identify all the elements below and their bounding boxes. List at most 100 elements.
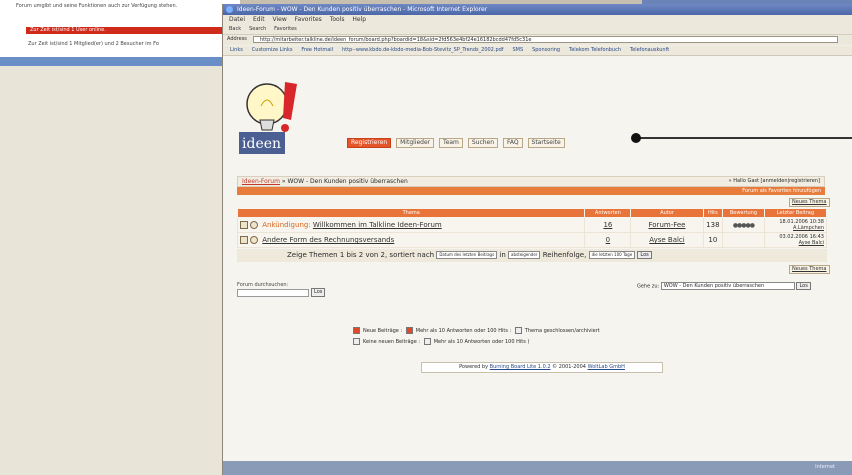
author-link[interactable]: Forum-Fee [649,221,686,229]
nav-home[interactable]: Startseite [527,138,565,148]
sort-text-order: Reihenfolge, [542,251,587,259]
thread-icon [250,221,258,229]
link-item[interactable]: SMS [512,46,523,55]
goto-row: Gehe zu: WOW - Den Kunden positiv überra… [637,282,811,290]
legend-closed: Thema geschlossen/archiviert [524,328,600,334]
new-thread-button[interactable]: Neues Thema [789,198,830,207]
window-titlebar[interactable]: Ideen-Forum - WOW - Den Kunden positiv ü… [223,4,852,15]
status-bar: Internet [223,461,852,475]
window-title: Ideen-Forum - WOW - Den Kunden positiv ü… [237,6,488,13]
thread-table: Thema Antworten Autor Hits Bewertung Let… [236,208,828,248]
menu-bar: Datei Edit View Favorites Tools Help [223,15,852,24]
col-author[interactable]: Autor [630,208,704,218]
nav-members[interactable]: Mitglieder [396,138,435,148]
col-rating[interactable]: Bewertung [722,208,765,218]
legend-hot-no-new: Mehr als 10 Antworten oder 100 Hits [433,339,526,345]
goto-label: Gehe zu: [637,283,660,290]
address-input[interactable]: http://mitarbeiter.talkline.de/ideen_for… [253,36,838,43]
menu-tools[interactable]: Tools [330,15,345,24]
last-post-author[interactable]: Ayse Balci [799,240,824,246]
nav-register[interactable]: Registrieren [347,138,392,148]
login-greeting[interactable]: » Hallo Gast [anmelden|registrieren] [729,177,820,186]
date-range-select[interactable]: die letzten 100 Tage [588,251,636,259]
table-header-row: Thema Antworten Autor Hits Bewertung Let… [236,208,828,218]
address-bar: Address http://mitarbeiter.talkline.de/i… [223,35,852,45]
replies-link[interactable]: 16 [603,221,612,229]
no-new-posts-icon [353,338,360,345]
browser-window: Ideen-Forum - WOW - Den Kunden positiv ü… [222,4,852,475]
goto-select[interactable]: WOW - Den Kunden positiv überraschen [660,282,795,290]
col-last-post[interactable]: Letzter Beitrag [763,208,828,218]
footer-prefix: Powered by [459,364,489,370]
powered-by-footer: Powered by Burning Board Lite 1.0.2 © 20… [421,362,663,373]
link-item[interactable]: Sponsoring [532,46,560,55]
annotation-dot [631,133,641,143]
address-label: Address [227,36,247,42]
col-topic[interactable]: Thema [236,208,586,218]
footer-copyright: © 2001-2004 [552,364,586,370]
footer-product-link[interactable]: Burning Board Lite 1.0.2 [490,364,551,370]
search-button[interactable]: Search [249,24,266,34]
menu-favorites[interactable]: Favorites [295,15,322,24]
rating-stars: ●●●●● [732,222,755,229]
new-thread-button-bottom[interactable]: Neues Thema [789,265,830,274]
links-bar: Links Customize Links Free Hotmail http-… [223,46,852,56]
author-link[interactable]: Ayse Balci [649,236,684,244]
breadcrumb-home[interactable]: Ideen-Forum [242,178,280,185]
sort-text: Zeige Themen 1 bis 2 von 2, sortiert nac… [287,251,435,259]
forum-search-button[interactable]: Los [311,288,326,297]
hits-count: 10 [702,232,724,248]
forum-search-label: Forum durchsuchen: [237,282,289,288]
page-content: ideen Registrieren Mitglieder Team Suche… [223,56,852,461]
link-item[interactable]: Telekom Telefonbuch [569,46,621,55]
sort-row: Zeige Themen 1 bis 2 von 2, sortiert nac… [237,249,827,262]
breadcrumb-row: Ideen-Forum » WOW - Den Kunden positiv ü… [237,176,825,187]
background-window: Forum umgibt und seine Funktionen auch z… [0,0,241,66]
folder-icon [240,236,248,244]
bg-status-bar [0,57,240,66]
internet-zone: Internet [815,464,835,470]
sort-field-select[interactable]: Datum des letzten Beitrags [436,251,498,259]
favorites-bar[interactable]: Forum als Favoriten hinzufügen [237,187,825,195]
menu-view[interactable]: View [272,15,286,24]
icon-legend: Neue Beiträge : Mehr als 10 Antworten od… [353,326,600,348]
last-post-author[interactable]: A.Lämpchen [793,225,824,231]
hits-count: 138 [702,217,724,233]
nav-search[interactable]: Suchen [467,138,499,148]
logo-text: ideen [242,136,281,152]
link-item[interactable]: Free Hotmail [301,46,333,55]
nav-team[interactable]: Team [439,138,463,148]
menu-edit[interactable]: Edit [253,15,265,24]
bg-text-line: Forum umgibt und seine Funktionen auch z… [16,3,178,9]
folder-icon [240,221,248,229]
link-item[interactable]: http--www.kbdo.de-kbdo-media-Bob-Stevitz… [342,46,504,55]
breadcrumb: Ideen-Forum » WOW - Den Kunden positiv ü… [242,178,408,185]
thread-link[interactable]: Willkommen im Talkline Ideen-Forum [313,221,442,229]
replies-link[interactable]: 0 [606,236,610,244]
back-button[interactable]: Back [229,24,241,34]
announcement-prefix: Ankündigung: [262,221,311,229]
link-item[interactable]: Telefonauskunft [630,46,669,55]
breadcrumb-current: WOW - Den Kunden positiv überraschen [287,178,408,185]
sort-order-select[interactable]: absteigender [508,251,541,259]
col-replies[interactable]: Antworten [584,208,632,218]
ie-icon [226,6,233,13]
nav-faq[interactable]: FAQ [502,138,523,148]
footer-company-link[interactable]: WoltLab GmbH [588,364,625,370]
forum-nav: Registrieren Mitglieder Team Suchen FAQ … [347,138,568,148]
col-hits[interactable]: Hits [702,208,724,218]
hot-no-new-icon [423,338,431,345]
thread-link[interactable]: Andere Form des Rechnungsversands [262,236,394,244]
rating-empty [722,232,765,248]
goto-button[interactable]: Los [796,282,811,290]
closed-thread-icon [514,327,522,334]
table-row: Andere Form des Rechnungsversands 0 Ayse… [236,232,828,248]
toolbar: Back Search Favorites [223,24,852,35]
link-item[interactable]: Customize Links [252,46,293,55]
menu-help[interactable]: Help [352,15,366,24]
sort-go-button[interactable]: Los [637,251,652,259]
favorites-button[interactable]: Favorites [274,24,297,34]
menu-file[interactable]: Datei [229,15,245,24]
forum-search-input[interactable] [237,289,309,297]
annotation-line [638,137,852,139]
